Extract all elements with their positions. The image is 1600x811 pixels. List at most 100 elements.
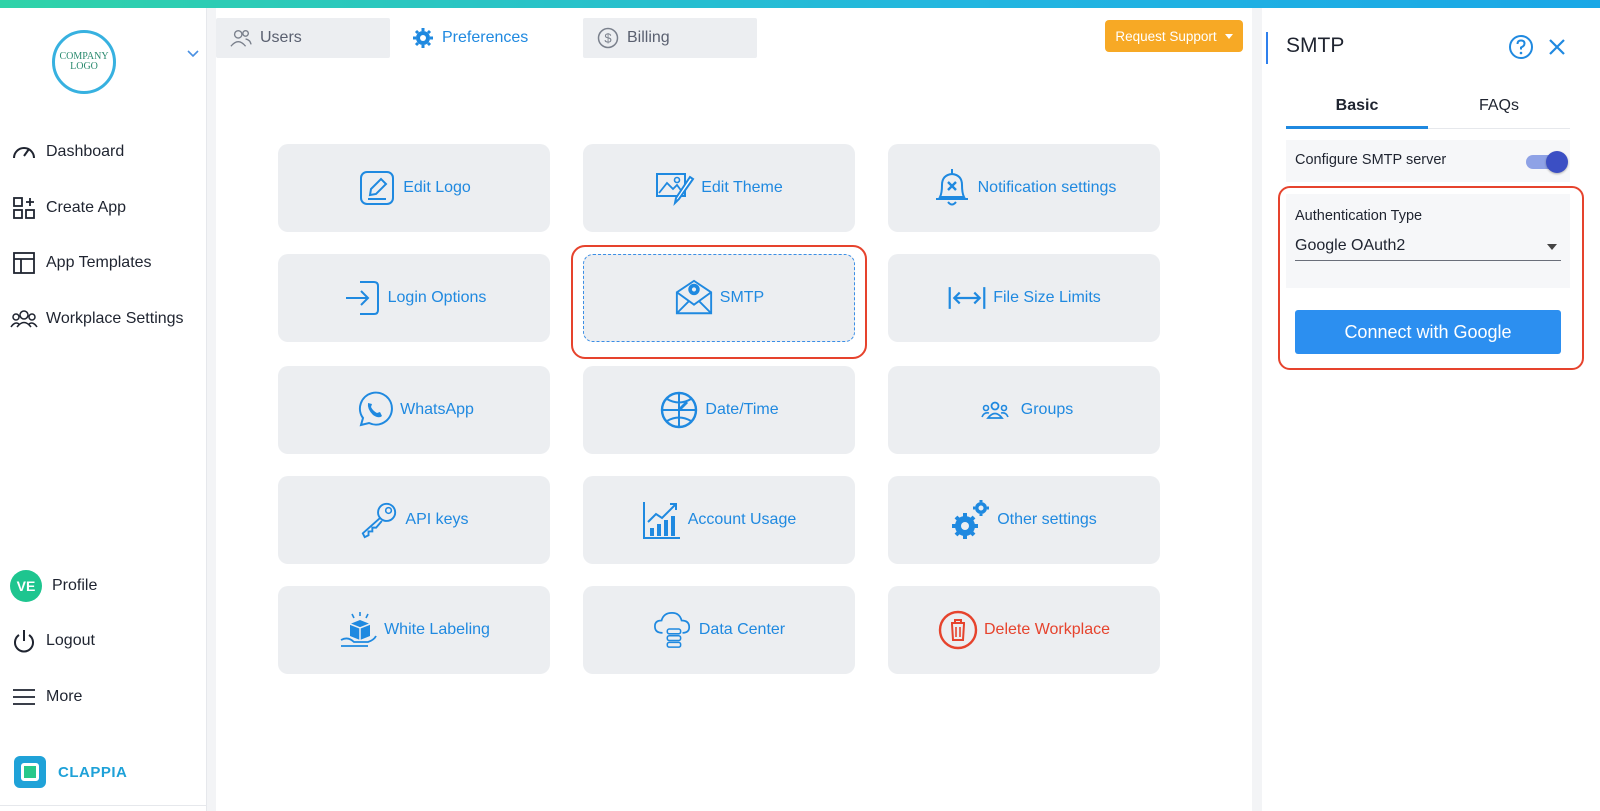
dollar-icon: $: [597, 27, 619, 49]
divider: [0, 805, 206, 806]
chevron-down-icon[interactable]: [186, 46, 200, 60]
trash-icon: [938, 610, 978, 650]
mail-gear-icon: [674, 278, 714, 318]
sidebar-item-profile[interactable]: VE Profile: [0, 566, 206, 606]
card-label: Account Usage: [687, 511, 797, 528]
card-label: Login Options: [387, 289, 487, 306]
panel-tabs: Basic FAQs: [1286, 86, 1570, 129]
company-logo[interactable]: COMPANY LOGO: [52, 30, 116, 94]
tab-basic[interactable]: Basic: [1286, 86, 1428, 129]
key-icon: [359, 500, 399, 540]
cloud-db-icon: [653, 610, 693, 650]
sidebar-item-label: App Templates: [46, 254, 152, 271]
brand-logo[interactable]: CLAPPIA: [14, 756, 127, 788]
avatar: VE: [10, 570, 42, 602]
bell-icon: [932, 168, 972, 208]
users-group-icon: [10, 305, 38, 333]
card-label: White Labeling: [384, 621, 490, 638]
groups-icon: [975, 390, 1015, 430]
auth-type-section: Authentication Type Google OAuth2: [1286, 194, 1570, 288]
card-account-usage[interactable]: Account Usage: [583, 476, 855, 564]
card-white-labeling[interactable]: White Labeling: [278, 586, 550, 674]
tab-label: Users: [260, 29, 302, 46]
configure-smtp-label: Configure SMTP server: [1295, 152, 1447, 168]
card-login-options[interactable]: Login Options: [278, 254, 550, 342]
sidebar-item-dashboard[interactable]: Dashboard: [0, 132, 206, 172]
power-icon: [10, 627, 38, 655]
top-gradient-bar: [0, 0, 1600, 8]
close-icon[interactable]: [1546, 36, 1568, 58]
menu-icon: [10, 683, 38, 711]
tab-faqs[interactable]: FAQs: [1428, 86, 1570, 126]
smtp-panel: SMTP Basic FAQs Configure SMTP server Au…: [1262, 8, 1600, 811]
help-icon[interactable]: [1508, 34, 1534, 60]
card-label: Notification settings: [977, 179, 1117, 196]
request-support-label: Request Support: [1115, 28, 1217, 44]
card-date-time[interactable]: Date/Time: [583, 366, 855, 454]
edit-theme-icon: [655, 168, 695, 208]
panel-title: SMTP: [1286, 34, 1345, 57]
request-support-button[interactable]: Request Support: [1105, 20, 1243, 52]
gears-icon: [951, 500, 991, 540]
tab-users[interactable]: Users: [216, 18, 390, 58]
auth-type-select[interactable]: Google OAuth2: [1295, 234, 1561, 261]
card-label: Data Center: [698, 621, 786, 638]
sidebar-item-workplace-settings[interactable]: Workplace Settings: [0, 299, 206, 339]
sidebar-item-label: Dashboard: [46, 143, 125, 160]
edit-logo-icon: [357, 168, 397, 208]
card-label: SMTP: [719, 289, 765, 306]
gear-icon: [412, 27, 434, 49]
tab-preferences[interactable]: Preferences: [398, 18, 572, 58]
globe-icon: [659, 390, 699, 430]
sidebar-item-label: More: [46, 688, 83, 705]
tab-billing[interactable]: $ Billing: [583, 18, 757, 58]
connect-with-google-button[interactable]: Connect with Google: [1295, 310, 1561, 354]
caret-down-icon: [1224, 33, 1233, 39]
sidebar-item-more[interactable]: More: [0, 677, 206, 717]
auth-type-label: Authentication Type: [1295, 208, 1423, 224]
card-edit-logo[interactable]: Edit Logo: [278, 144, 550, 232]
panel-accent-bar: [1266, 32, 1268, 64]
settings-tabs: Users Preferences $ Billing: [216, 18, 1252, 58]
card-delete-workplace[interactable]: Delete Workplace: [888, 586, 1160, 674]
card-notification-settings[interactable]: Notification settings: [888, 144, 1160, 232]
card-label: WhatsApp: [400, 401, 474, 418]
caret-down-icon: [1547, 244, 1557, 250]
card-whatsapp[interactable]: WhatsApp: [278, 366, 550, 454]
card-smtp[interactable]: SMTP: [583, 254, 855, 342]
card-groups[interactable]: Groups: [888, 366, 1160, 454]
sidebar-item-logout[interactable]: Logout: [0, 621, 206, 661]
configure-smtp-toggle[interactable]: [1526, 151, 1568, 173]
card-edit-theme[interactable]: Edit Theme: [583, 144, 855, 232]
card-label: Delete Workplace: [984, 621, 1110, 638]
sidebar-item-label: Create App: [46, 199, 127, 216]
main-content: Users Preferences $ Billing Request Supp…: [216, 8, 1252, 811]
gauge-icon: [10, 138, 38, 166]
sidebar-item-label: Workplace Settings: [46, 310, 184, 327]
create-app-icon: [10, 194, 38, 222]
chart-icon: [642, 500, 682, 540]
card-other-settings[interactable]: Other settings: [888, 476, 1160, 564]
card-label: File Size Limits: [993, 289, 1101, 306]
card-api-keys[interactable]: API keys: [278, 476, 550, 564]
card-label: Groups: [1020, 401, 1074, 418]
templates-icon: [10, 249, 38, 277]
toggle-knob: [1546, 151, 1568, 173]
logo-text: COMPANY LOGO: [59, 51, 109, 72]
users-icon: [230, 27, 252, 49]
svg-text:$: $: [604, 31, 612, 46]
card-label: Edit Logo: [403, 179, 471, 196]
auth-type-value: Google OAuth2: [1295, 237, 1406, 254]
card-file-size-limits[interactable]: File Size Limits: [888, 254, 1160, 342]
box-icon: [338, 610, 378, 650]
sidebar-item-create-app[interactable]: Create App: [0, 188, 206, 228]
brand-name: CLAPPIA: [58, 763, 128, 781]
sidebar-item-app-templates[interactable]: App Templates: [0, 243, 206, 283]
clappia-logo-icon: [14, 756, 46, 788]
card-data-center[interactable]: Data Center: [583, 586, 855, 674]
sidebar-item-label: Logout: [46, 632, 95, 649]
sidebar-item-label: Profile: [52, 577, 98, 594]
login-icon: [342, 278, 382, 318]
card-label: Date/Time: [705, 401, 779, 418]
card-label: Edit Theme: [701, 179, 783, 196]
